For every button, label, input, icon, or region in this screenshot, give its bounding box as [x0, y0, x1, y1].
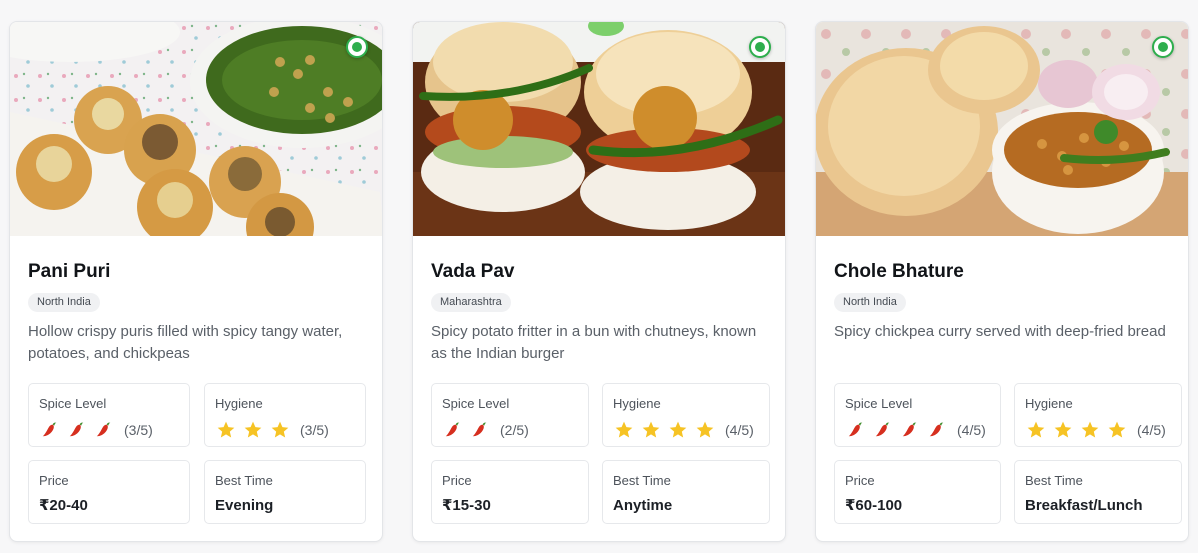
star-icon: [694, 420, 716, 440]
chili-pepper-icon: [442, 420, 464, 440]
food-description: Spicy potato fritter in a bun with chutn…: [431, 323, 757, 362]
best-time-value: Anytime: [613, 497, 673, 514]
chili-pepper-icon: [66, 420, 88, 440]
spice-rating: (3/5): [39, 419, 179, 441]
price-label: Price: [442, 473, 472, 488]
spice-level-label: Spice Level: [39, 396, 107, 411]
chili-pepper-icon: [469, 420, 491, 440]
hygiene-label: Hygiene: [215, 396, 263, 411]
chili-pepper-icon: [872, 420, 894, 440]
food-description: Spicy chickpea curry served with deep-fr…: [834, 323, 1166, 340]
spice-level-label: Spice Level: [845, 396, 913, 411]
price-box: Price ₹15-30: [431, 460, 589, 524]
spice-level-box: Spice Level (4/5): [834, 383, 1001, 447]
price-value: ₹15-30: [442, 497, 491, 514]
star-icon: [667, 420, 689, 440]
leaf-circle-icon: [346, 36, 368, 58]
food-description: Hollow crispy puris filled with spicy ta…: [28, 323, 343, 362]
hygiene-box: Hygiene (3/5): [204, 383, 366, 447]
region-badge: North India: [28, 293, 100, 312]
chili-pepper-icon: [39, 420, 61, 440]
price-box: Price ₹20-40: [28, 460, 190, 524]
star-icon: [1052, 420, 1074, 440]
hygiene-box: Hygiene (4/5): [602, 383, 770, 447]
spice-rating: (4/5): [845, 419, 990, 441]
food-title: Pani Puri: [28, 261, 111, 282]
food-card-pani-puri[interactable]: Pani Puri North India Hollow crispy puri…: [9, 21, 383, 542]
hygiene-score: (4/5): [725, 422, 754, 438]
chili-pepper-icon: [845, 420, 867, 440]
hygiene-rating: (4/5): [1025, 419, 1171, 441]
spice-score: (4/5): [957, 422, 986, 438]
hygiene-rating: (4/5): [613, 419, 759, 441]
star-icon: [613, 420, 635, 440]
best-time-value: Breakfast/Lunch: [1025, 497, 1143, 514]
food-card-chole-bhature[interactable]: Chole Bhature North India Spicy chickpea…: [815, 21, 1189, 542]
hygiene-score: (4/5): [1137, 422, 1166, 438]
leaf-circle-icon: [749, 36, 771, 58]
best-time-box: Best Time Breakfast/Lunch: [1014, 460, 1182, 524]
food-card-vada-pav[interactable]: Vada Pav Maharashtra Spicy potato fritte…: [412, 21, 786, 542]
hygiene-label: Hygiene: [1025, 396, 1073, 411]
price-value: ₹60-100: [845, 497, 903, 514]
price-label: Price: [39, 473, 69, 488]
chili-pepper-icon: [93, 420, 115, 440]
region-badge: North India: [834, 293, 906, 312]
spice-score: (3/5): [124, 422, 153, 438]
best-time-box: Best Time Evening: [204, 460, 366, 524]
region-badge: Maharashtra: [431, 293, 511, 312]
spice-level-label: Spice Level: [442, 396, 510, 411]
chili-pepper-icon: [899, 420, 921, 440]
chili-pepper-icon: [926, 420, 948, 440]
hygiene-label: Hygiene: [613, 396, 661, 411]
food-title: Chole Bhature: [834, 261, 964, 282]
food-photo-chole-bhature: [816, 22, 1188, 236]
hygiene-rating: (3/5): [215, 419, 355, 441]
price-label: Price: [845, 473, 875, 488]
hygiene-box: Hygiene (4/5): [1014, 383, 1182, 447]
star-icon: [242, 420, 264, 440]
spice-level-box: Spice Level (3/5): [28, 383, 190, 447]
best-time-label: Best Time: [613, 473, 671, 488]
star-icon: [640, 420, 662, 440]
star-icon: [269, 420, 291, 440]
best-time-label: Best Time: [215, 473, 273, 488]
star-icon: [1025, 420, 1047, 440]
star-icon: [1106, 420, 1128, 440]
hygiene-score: (3/5): [300, 422, 329, 438]
star-icon: [1079, 420, 1101, 440]
leaf-circle-icon: [1152, 36, 1174, 58]
star-icon: [215, 420, 237, 440]
price-value: ₹20-40: [39, 497, 88, 514]
best-time-value: Evening: [215, 497, 274, 514]
food-photo-pani-puri: [10, 22, 382, 236]
best-time-label: Best Time: [1025, 473, 1083, 488]
food-photo-vada-pav: [413, 22, 785, 236]
spice-score: (2/5): [500, 422, 529, 438]
spice-rating: (2/5): [442, 419, 578, 441]
spice-level-box: Spice Level (2/5): [431, 383, 589, 447]
best-time-box: Best Time Anytime: [602, 460, 770, 524]
food-title: Vada Pav: [431, 261, 515, 282]
price-box: Price ₹60-100: [834, 460, 1001, 524]
